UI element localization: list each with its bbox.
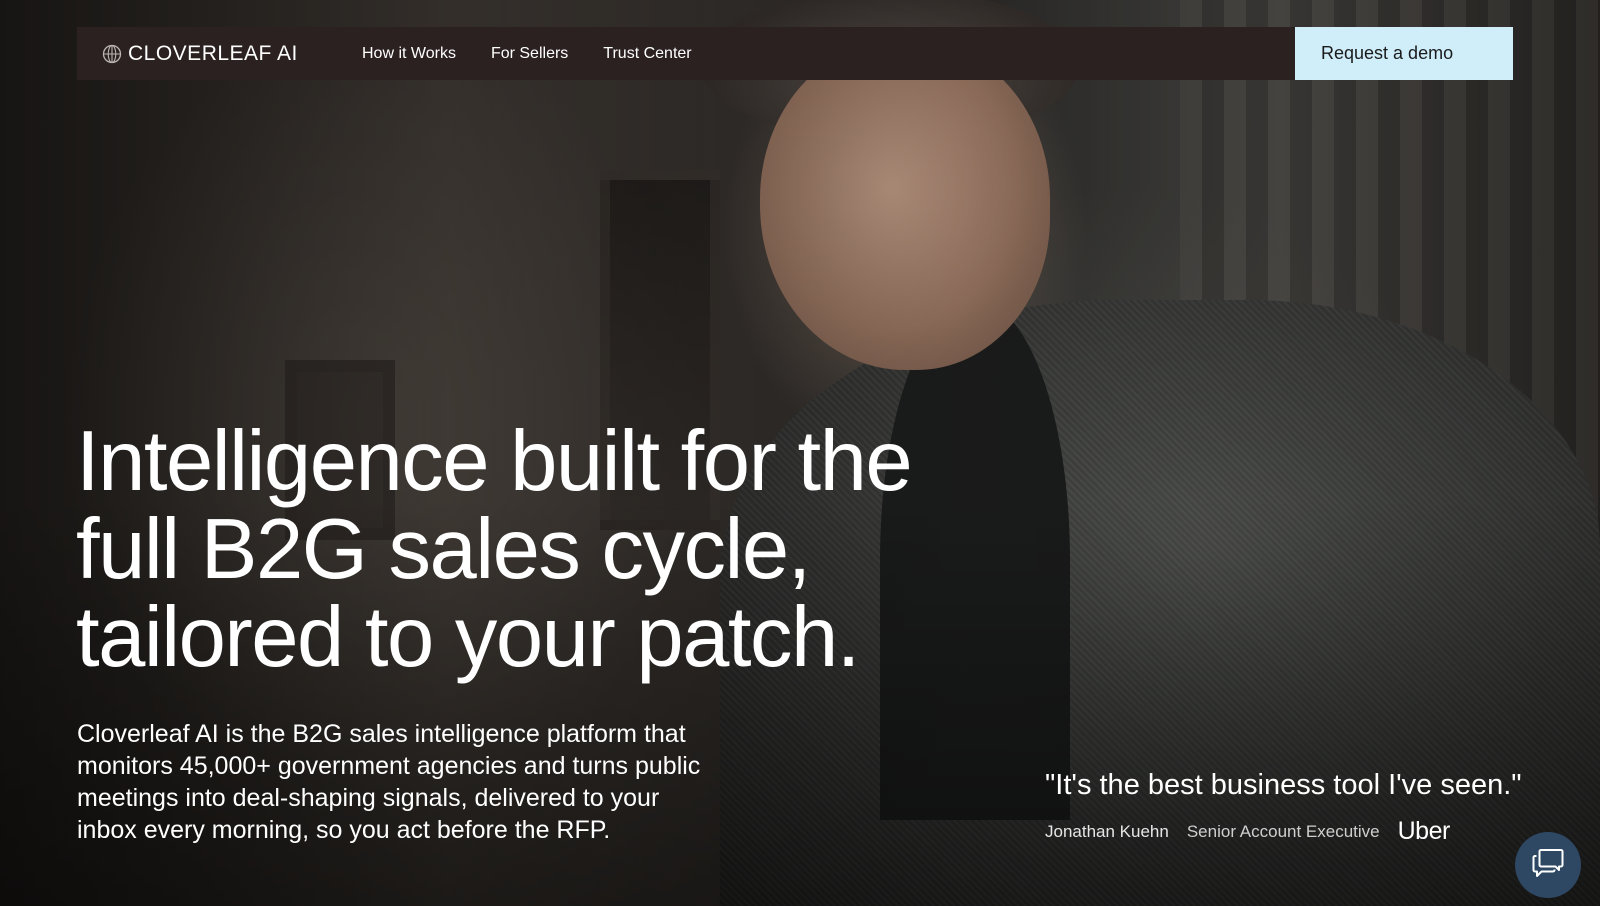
testimonial-attribution: Jonathan Kuehn Senior Account Executive … <box>1045 817 1450 846</box>
company-logo: Uber <box>1397 817 1451 845</box>
hero-description: Cloverleaf AI is the B2G sales intellige… <box>77 718 797 846</box>
description-line: Cloverleaf AI is the B2G sales intellige… <box>77 720 686 748</box>
description-line: inbox every morning, so you act before t… <box>77 816 611 844</box>
headline-line: full B2G sales cycle, <box>76 502 811 597</box>
brand-logo[interactable]: CLOVERLEAF AI <box>102 42 362 66</box>
testimonial-name: Jonathan Kuehn <box>1045 821 1169 841</box>
testimonial-quote: "It's the best business tool I've seen." <box>1045 769 1522 801</box>
brand-name: CLOVERLEAF AI <box>128 41 298 65</box>
top-navbar: CLOVERLEAF AI How it Works For Sellers T… <box>77 27 1513 80</box>
hero-headline: Intelligence built for the full B2G sale… <box>76 418 1076 682</box>
nav-link-how-it-works[interactable]: How it Works <box>362 45 456 63</box>
nav-link-trust-center[interactable]: Trust Center <box>603 45 691 63</box>
headline-line: tailored to your patch. <box>76 590 860 685</box>
headline-line: Intelligence built for the <box>76 414 913 509</box>
globe-icon <box>102 44 122 64</box>
chat-launcher-button[interactable] <box>1515 832 1581 898</box>
description-line: meetings into deal-shaping signals, deli… <box>77 784 660 812</box>
testimonial-title: Senior Account Executive <box>1186 821 1380 841</box>
nav-link-for-sellers[interactable]: For Sellers <box>491 45 568 63</box>
request-demo-button[interactable]: Request a demo <box>1295 27 1513 80</box>
description-line: monitors 45,000+ government agencies and… <box>77 752 701 780</box>
chat-bubbles-icon <box>1532 848 1564 883</box>
nav-links: How it Works For Sellers Trust Center <box>362 45 692 63</box>
